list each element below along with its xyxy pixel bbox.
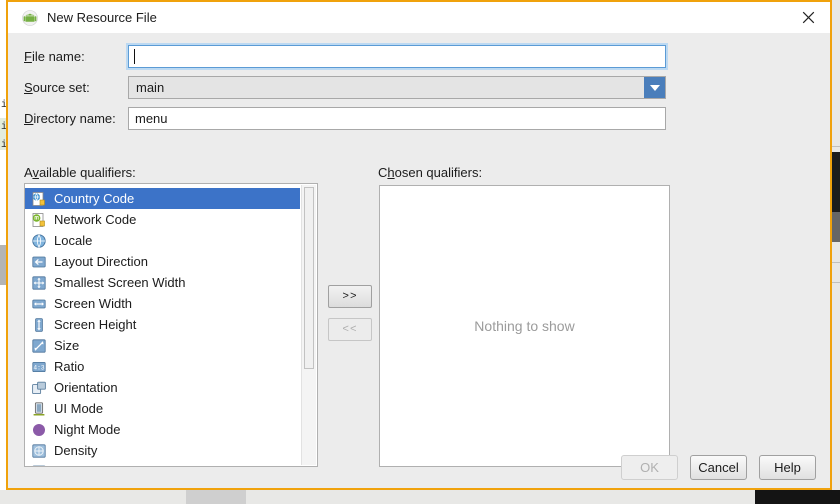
smallest-screen-width-icon (31, 275, 47, 291)
size-icon (31, 338, 47, 354)
add-qualifier-button[interactable]: >> (328, 285, 372, 308)
list-item-label: Night Mode (54, 422, 121, 437)
scrollbar-thumb[interactable] (304, 187, 314, 369)
android-robot-icon (22, 9, 38, 26)
list-item[interactable]: Country Code (25, 188, 300, 209)
list-item[interactable]: Layout Direction (25, 251, 300, 272)
cancel-button[interactable]: Cancel (690, 455, 747, 480)
available-list-items: Country Code Network Code Locale Layout Dir… (25, 188, 300, 466)
country-code-icon (31, 191, 47, 207)
file-name-label: File name: (24, 49, 85, 64)
list-item[interactable]: Size (25, 335, 300, 356)
list-item[interactable]: 4:3 Ratio (25, 356, 300, 377)
list-item-label: Layout Direction (54, 254, 148, 269)
directory-name-label: Directory name: (24, 111, 116, 126)
dialog-body: File name: Source set: main Directory na… (8, 33, 830, 488)
list-item-label: Smallest Screen Width (54, 275, 186, 290)
list-item[interactable]: Network Code (25, 209, 300, 230)
layout-direction-icon (31, 254, 47, 270)
list-item[interactable] (25, 461, 300, 466)
file-name-input[interactable] (128, 45, 666, 68)
dialog-footer: OK Cancel Help (621, 455, 816, 480)
dialog-title: New Resource File (47, 10, 157, 25)
screen-width-icon (31, 296, 47, 312)
chevron-down-icon[interactable] (644, 77, 665, 98)
background-tab (186, 490, 246, 504)
list-item-label: Orientation (54, 380, 118, 395)
list-item[interactable]: Screen Height (25, 314, 300, 335)
directory-name-input[interactable]: menu (128, 107, 666, 130)
source-set-dropdown[interactable]: main (128, 76, 666, 99)
list-item-label: UI Mode (54, 401, 104, 416)
list-item[interactable]: UI Mode (25, 398, 300, 419)
chosen-qualifiers-label: Chosen qualifiers: (378, 165, 483, 180)
list-item-label: Size (54, 338, 80, 353)
text-caret (134, 49, 135, 64)
list-item[interactable]: Density (25, 440, 300, 461)
list-item-label: Ratio (54, 359, 85, 374)
ui-mode-icon (31, 401, 47, 417)
form-area: File name: Source set: main Directory na… (8, 41, 830, 134)
ratio-icon: 4:3 (31, 359, 47, 375)
available-qualifiers-label: Available qualifiers: (24, 165, 136, 180)
empty-state-text: Nothing to show (474, 318, 575, 334)
list-item[interactable]: Smallest Screen Width (25, 272, 300, 293)
close-icon[interactable] (786, 2, 830, 33)
list-item-label: Screen Height (54, 317, 137, 332)
list-item-label: Density (54, 443, 98, 458)
globe-icon (31, 233, 47, 249)
transfer-buttons: >> << (328, 285, 372, 341)
background-dark-bar (755, 490, 840, 504)
list-item[interactable]: Night Mode (25, 419, 300, 440)
list-item-label: Country Code (54, 191, 135, 206)
svg-text:4:3: 4:3 (33, 364, 44, 371)
screen-height-icon (31, 317, 47, 333)
available-qualifiers-list[interactable]: Country Code Network Code Locale Layout Dir… (24, 183, 318, 467)
ok-button[interactable]: OK (621, 455, 678, 480)
dialog-titlebar: New Resource File (8, 2, 830, 33)
directory-name-row: Directory name: menu (8, 103, 830, 134)
available-list-scrollbar[interactable] (301, 185, 316, 465)
source-set-value: main (136, 80, 165, 95)
new-resource-file-dialog: New Resource File File name: Source set:… (6, 0, 832, 490)
source-set-label: Source set: (24, 80, 90, 95)
list-item[interactable]: Locale (25, 230, 300, 251)
density-icon (31, 443, 47, 459)
list-item-label: Network Code (54, 212, 137, 227)
list-item[interactable]: Screen Width (25, 293, 300, 314)
file-name-row: File name: (8, 41, 830, 72)
background-bottom-bar (0, 490, 840, 504)
partial-icon (31, 464, 47, 466)
orientation-icon (31, 380, 47, 396)
source-set-row: Source set: main (8, 72, 830, 103)
chosen-qualifiers-list[interactable]: Nothing to show (379, 185, 670, 467)
night-mode-icon (31, 422, 47, 438)
remove-qualifier-button[interactable]: << (328, 318, 372, 341)
list-item-label: Screen Width (54, 296, 133, 311)
list-item-label: Locale (54, 233, 93, 248)
network-code-icon (31, 212, 47, 228)
help-button[interactable]: Help (759, 455, 816, 480)
list-item[interactable]: Orientation (25, 377, 300, 398)
